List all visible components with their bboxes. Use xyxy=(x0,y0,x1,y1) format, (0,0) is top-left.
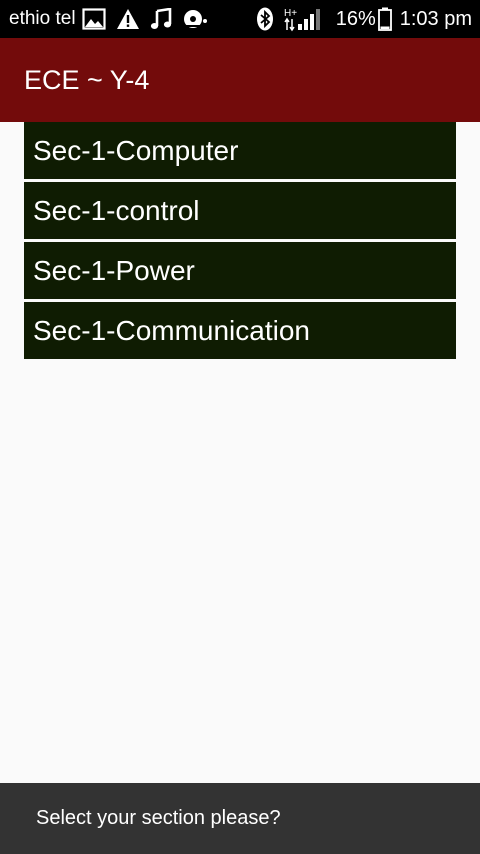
app-screen: ethio tel H+ 16% 1:03 pm ECE ~ Y-4 Sec-1… xyxy=(0,0,480,854)
signal-icon: H+ xyxy=(284,7,322,32)
section-list: Sec-1-Computer Sec-1-control Sec-1-Power… xyxy=(24,122,456,362)
list-item-sec-1-computer[interactable]: Sec-1-Computer xyxy=(24,122,456,179)
network-type-label: H+ xyxy=(284,8,297,19)
carrier-name: ethio tel xyxy=(9,8,76,29)
list-item-label: Sec-1-Power xyxy=(33,254,195,286)
music-icon xyxy=(150,7,172,31)
clock: 1:03 pm xyxy=(399,7,472,30)
battery-percentage: 16% xyxy=(335,7,376,30)
list-item-sec-1-communication[interactable]: Sec-1-Communication xyxy=(24,302,456,359)
list-item-label: Sec-1-Communication xyxy=(33,314,310,346)
list-item-sec-1-control[interactable]: Sec-1-control xyxy=(24,182,456,239)
toast-text: Select your section please? xyxy=(36,807,281,829)
action-bar: ECE ~ Y-4 xyxy=(0,38,480,122)
list-item-label: Sec-1-Computer xyxy=(33,134,239,166)
bluetooth-icon xyxy=(256,7,274,31)
toast-message: Select your section please? xyxy=(0,783,480,854)
warning-icon xyxy=(116,7,140,31)
battery-icon xyxy=(377,7,392,31)
page-title: ECE ~ Y-4 xyxy=(24,64,150,95)
list-item-label: Sec-1-control xyxy=(33,194,200,226)
status-bar: ethio tel H+ 16% 1:03 pm xyxy=(0,0,480,38)
list-item-sec-1-power[interactable]: Sec-1-Power xyxy=(24,242,456,299)
media-icon xyxy=(182,7,208,31)
image-icon xyxy=(81,7,106,31)
